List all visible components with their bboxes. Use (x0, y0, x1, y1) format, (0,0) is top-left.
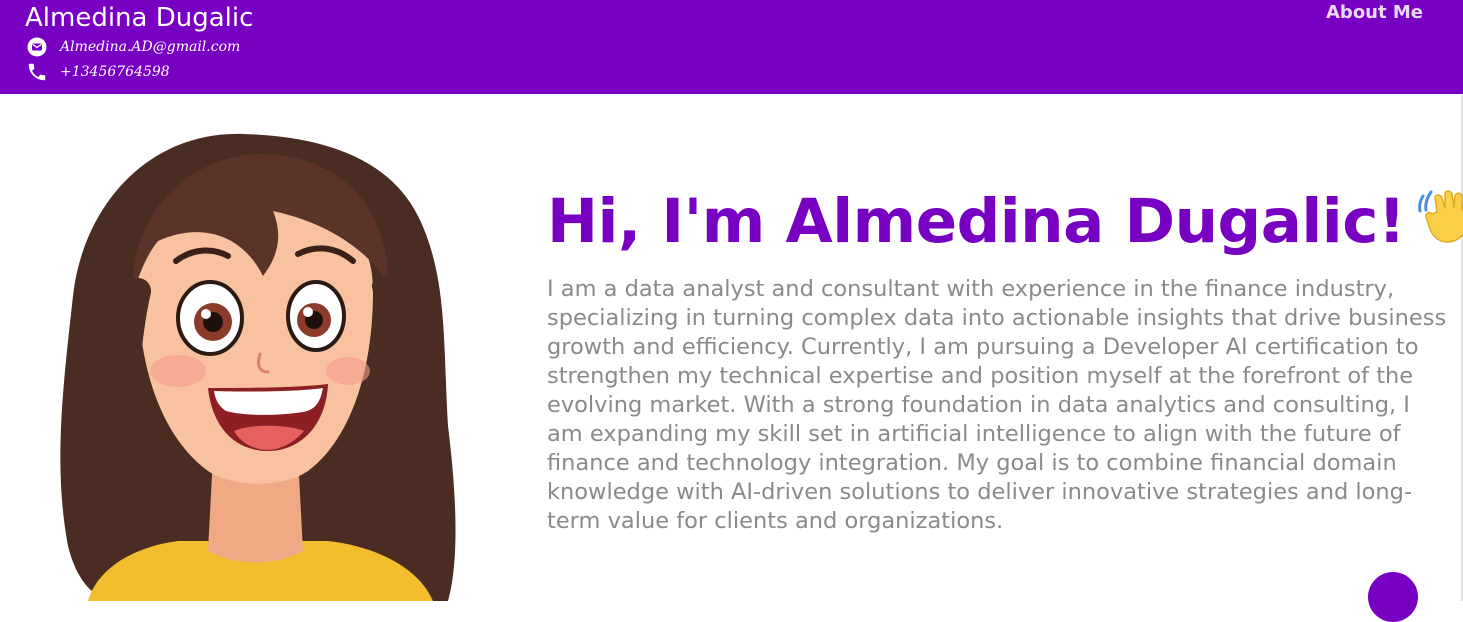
hero-bio: I am a data analyst and consultant with … (547, 276, 1447, 534)
profile-avatar-illustration (28, 126, 478, 601)
hero-title: Hi, I'm Almedina Dugalic! (547, 178, 1463, 272)
phone-icon (25, 60, 49, 84)
site-owner-name: Almedina Dugalic (25, 3, 254, 33)
phone-number[interactable]: +13456764598 (60, 64, 170, 80)
hero-title-text: Hi, I'm Almedina Dugalic! (547, 186, 1406, 257)
nav-link-about-me[interactable]: About Me (1326, 1, 1423, 25)
top-navigation-bar: Almedina Dugalic Almedina.AD@gmail.com +… (0, 0, 1463, 94)
email-contact[interactable]: Almedina.AD@gmail.com (25, 35, 240, 59)
envelope-icon (25, 35, 49, 59)
floating-action-button[interactable] (1368, 572, 1418, 622)
phone-contact[interactable]: +13456764598 (25, 60, 170, 84)
waving-hand-icon (1417, 184, 1463, 272)
email-address[interactable]: Almedina.AD@gmail.com (60, 39, 240, 55)
